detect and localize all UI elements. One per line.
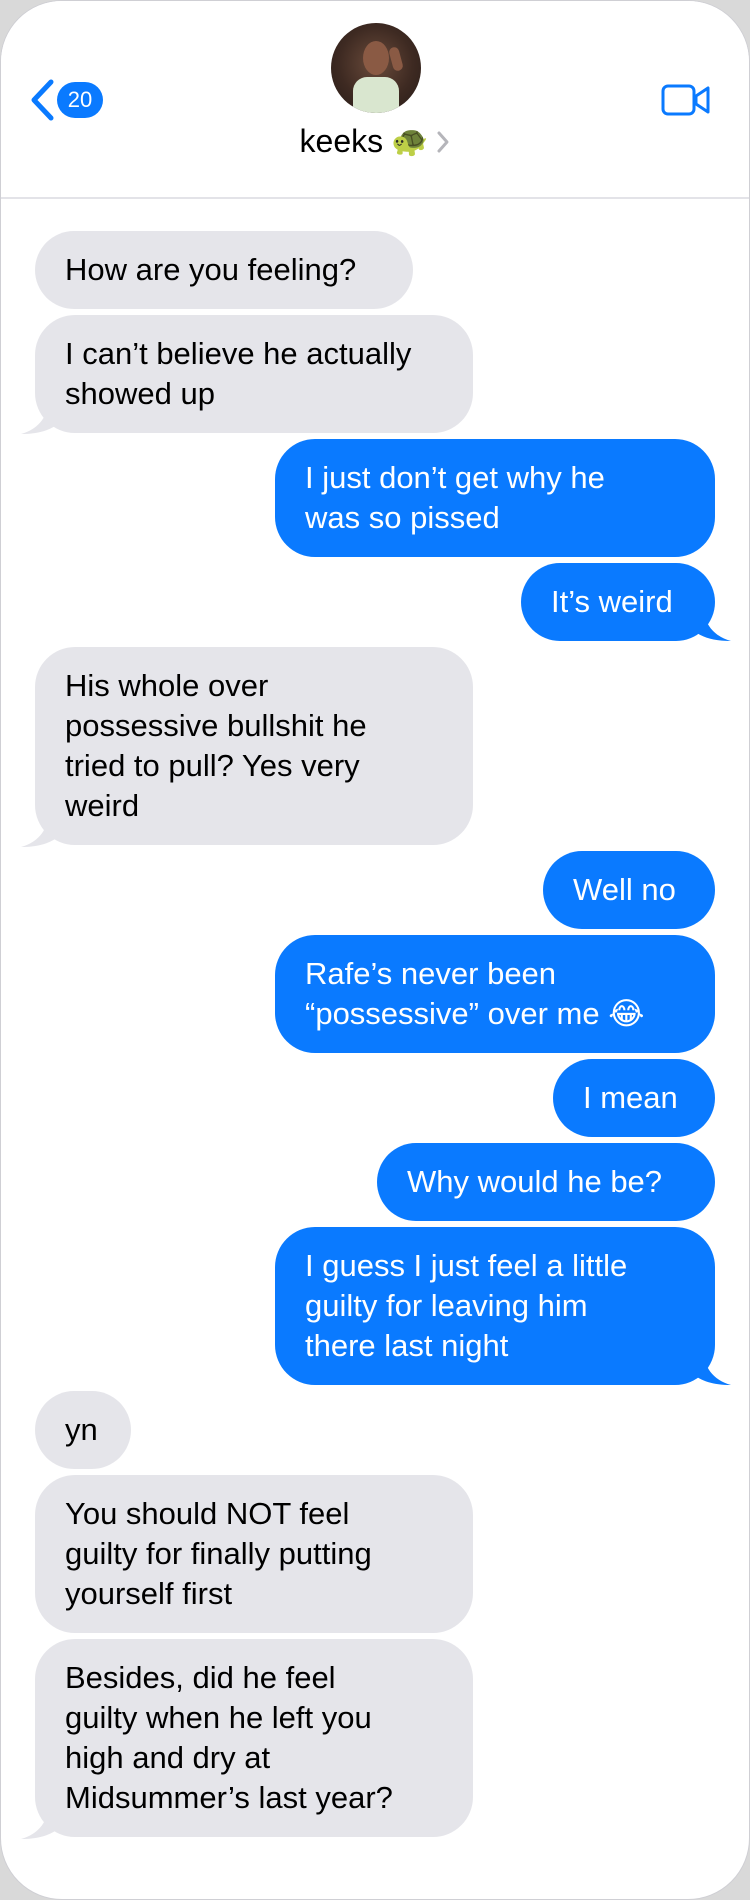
message-text: Rafe’s never been “possessive” over me 😂 bbox=[305, 956, 645, 1031]
message-bubble[interactable]: How are you feeling? bbox=[35, 231, 413, 309]
message-text: I mean bbox=[583, 1080, 678, 1115]
message-text: I guess I just feel a little guilty for … bbox=[305, 1248, 628, 1363]
message-bubble[interactable]: I mean bbox=[553, 1059, 715, 1137]
message-bubble[interactable]: Besides, did he feel guilty when he left… bbox=[35, 1639, 473, 1837]
message-bubble[interactable]: You should NOT feel guilty for finally p… bbox=[35, 1475, 473, 1633]
message-bubble[interactable]: I guess I just feel a little guilty for … bbox=[275, 1227, 715, 1385]
message-text: It’s weird bbox=[551, 584, 673, 619]
message-text: Besides, did he feel guilty when he left… bbox=[65, 1660, 393, 1815]
message-bubble[interactable]: It’s weird bbox=[521, 563, 715, 641]
message-bubble[interactable]: Why would he be? bbox=[377, 1143, 715, 1221]
message-text: yn bbox=[65, 1412, 98, 1447]
message-text: His whole over possessive bullshit he tr… bbox=[65, 668, 367, 823]
message-text: How are you feeling? bbox=[65, 252, 357, 287]
message-bubble[interactable]: I just don’t get why he was so pissed bbox=[275, 439, 715, 557]
message-text: Well no bbox=[573, 872, 676, 907]
message-text: I just don’t get why he was so pissed bbox=[305, 460, 605, 535]
message-text: Why would he be? bbox=[407, 1164, 663, 1199]
phone-frame: 20 keeks 🐢 How are you feeling? I can’t … bbox=[0, 0, 750, 1900]
message-text: I can’t believe he actually showed up bbox=[65, 336, 412, 411]
message-bubble[interactable]: yn bbox=[35, 1391, 131, 1469]
message-list: How are you feeling? I can’t believe he … bbox=[1, 1, 749, 1899]
message-text: You should NOT feel guilty for finally p… bbox=[65, 1496, 372, 1611]
message-bubble[interactable]: His whole over possessive bullshit he tr… bbox=[35, 647, 473, 845]
message-bubble[interactable]: Well no bbox=[543, 851, 715, 929]
message-bubble[interactable]: Rafe’s never been “possessive” over me 😂 bbox=[275, 935, 715, 1053]
message-bubble[interactable]: I can’t believe he actually showed up bbox=[35, 315, 473, 433]
